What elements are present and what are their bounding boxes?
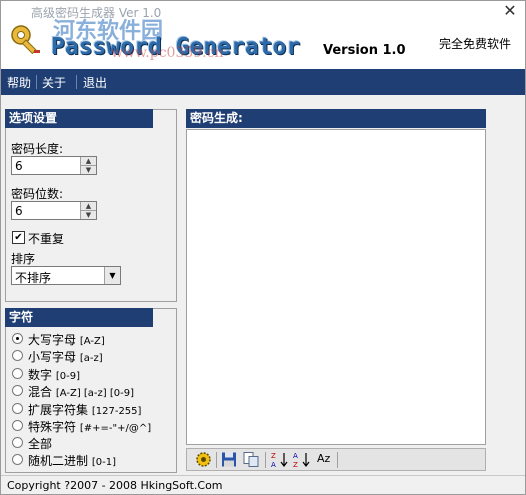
radio-button[interactable] bbox=[12, 350, 23, 361]
copyright-text: Copyright ?2007 - 2008 HkingSoft.Com bbox=[7, 479, 223, 492]
char-option-range: [127-255] bbox=[91, 406, 142, 417]
char-option-label: 混合 bbox=[28, 385, 53, 399]
password-count-value: 6 bbox=[15, 204, 23, 218]
radio-button[interactable] bbox=[12, 403, 23, 414]
password-count-label: 密码位数: bbox=[11, 187, 64, 201]
copy-icon[interactable] bbox=[243, 451, 259, 468]
toolbar-separator bbox=[216, 452, 217, 468]
menu-separator bbox=[76, 75, 77, 89]
status-bar: Copyright ?2007 - 2008 HkingSoft.Com bbox=[1, 475, 525, 494]
radio-button[interactable] bbox=[12, 368, 23, 379]
svg-text:Z: Z bbox=[271, 452, 276, 460]
menu-help[interactable]: 帮助 bbox=[7, 74, 31, 91]
password-length-label: 密码长度: bbox=[11, 142, 64, 156]
char-option-range: [A-Z] bbox=[79, 336, 105, 347]
header-banner: 高级密码生成器 Ver 1.0 ✕ 河东软件园 Password Generat… bbox=[1, 1, 525, 69]
menu-about[interactable]: 关于 bbox=[42, 74, 66, 91]
sort-select-value: 不排序 bbox=[15, 271, 52, 285]
app-window: 高级密码生成器 Ver 1.0 ✕ 河东软件园 Password Generat… bbox=[0, 0, 526, 495]
chevron-down-icon[interactable]: ▼ bbox=[104, 267, 120, 284]
options-panel: 选项设置 密码长度: 6 ▲ ▼ 密码位数: 6 ▲ ▼ ✔ 不重复 排序 不排… bbox=[5, 109, 177, 302]
app-key-icon bbox=[11, 25, 40, 55]
toolbar-separator bbox=[337, 452, 338, 468]
char-option-label: 随机二进制 bbox=[28, 454, 89, 468]
char-option-range: [0-1] bbox=[91, 457, 116, 468]
sort-label: 排序 bbox=[11, 252, 36, 266]
char-option-range: [#+=-"+/@^] bbox=[79, 423, 152, 434]
char-option-range: [a-z] bbox=[79, 353, 103, 364]
free-software-label: 完全免费软件 bbox=[439, 37, 512, 51]
case-icon[interactable]: Az bbox=[317, 452, 330, 469]
watermark-url: www.pc0359.cn bbox=[111, 45, 224, 61]
menu-bar: 帮助 关于 退出 bbox=[1, 69, 525, 95]
version-label: Version 1.0 bbox=[323, 43, 406, 58]
stepper-buttons: ▲ ▼ bbox=[80, 157, 96, 174]
char-option-label: 全部 bbox=[28, 437, 53, 451]
password-count-stepper[interactable]: 6 ▲ ▼ bbox=[11, 201, 97, 220]
characters-panel: 字符 大写字母 [A-Z] 小写字母 [a-z] 数字 [0-9] 混合 [A-… bbox=[5, 308, 177, 473]
char-option-label: 小写字母 bbox=[28, 350, 77, 364]
options-panel-title: 选项设置 bbox=[5, 109, 153, 128]
sort-asc-icon[interactable]: A Z bbox=[293, 451, 311, 468]
password-length-stepper[interactable]: 6 ▲ ▼ bbox=[11, 156, 97, 175]
menu-separator bbox=[36, 75, 37, 89]
password-length-value: 6 bbox=[15, 159, 23, 173]
char-option-range: [A-Z] [a-z] [0-9] bbox=[55, 388, 135, 399]
no-repeat-checkbox[interactable]: ✔ bbox=[12, 231, 25, 244]
stepper-up-icon[interactable]: ▲ bbox=[81, 202, 96, 211]
radio-button[interactable] bbox=[12, 385, 23, 396]
radio-button[interactable] bbox=[12, 454, 23, 465]
svg-text:A: A bbox=[293, 452, 298, 460]
char-option-label: 特殊字符 bbox=[28, 420, 77, 434]
stepper-buttons: ▲ ▼ bbox=[80, 202, 96, 219]
generate-gear-icon[interactable] bbox=[195, 451, 212, 468]
sort-select[interactable]: 不排序 ▼ bbox=[11, 266, 121, 285]
radio-button[interactable] bbox=[12, 437, 23, 448]
svg-text:A: A bbox=[271, 461, 276, 468]
sort-desc-icon[interactable]: Z A bbox=[271, 451, 289, 468]
output-panel-title: 密码生成: bbox=[186, 109, 486, 128]
char-option-range: [0-9] bbox=[55, 371, 80, 382]
toolbar-separator bbox=[265, 452, 266, 468]
output-toolbar: Z A A Z Az bbox=[186, 448, 486, 471]
characters-panel-title: 字符 bbox=[5, 308, 153, 327]
char-option-label: 扩展字符集 bbox=[28, 403, 89, 417]
radio-button[interactable] bbox=[12, 333, 23, 344]
svg-text:Z: Z bbox=[293, 461, 298, 468]
stepper-down-icon[interactable]: ▼ bbox=[81, 211, 96, 219]
save-icon[interactable] bbox=[221, 451, 237, 468]
char-option-label: 数字 bbox=[28, 368, 53, 382]
stepper-down-icon[interactable]: ▼ bbox=[81, 166, 96, 174]
no-repeat-label: 不重复 bbox=[28, 232, 65, 246]
password-output-area[interactable] bbox=[186, 129, 486, 445]
char-option-label: 大写字母 bbox=[28, 333, 77, 347]
stepper-up-icon[interactable]: ▲ bbox=[81, 157, 96, 166]
close-icon[interactable]: ✕ bbox=[501, 2, 519, 20]
menu-exit[interactable]: 退出 bbox=[83, 74, 107, 91]
radio-button[interactable] bbox=[12, 420, 23, 431]
